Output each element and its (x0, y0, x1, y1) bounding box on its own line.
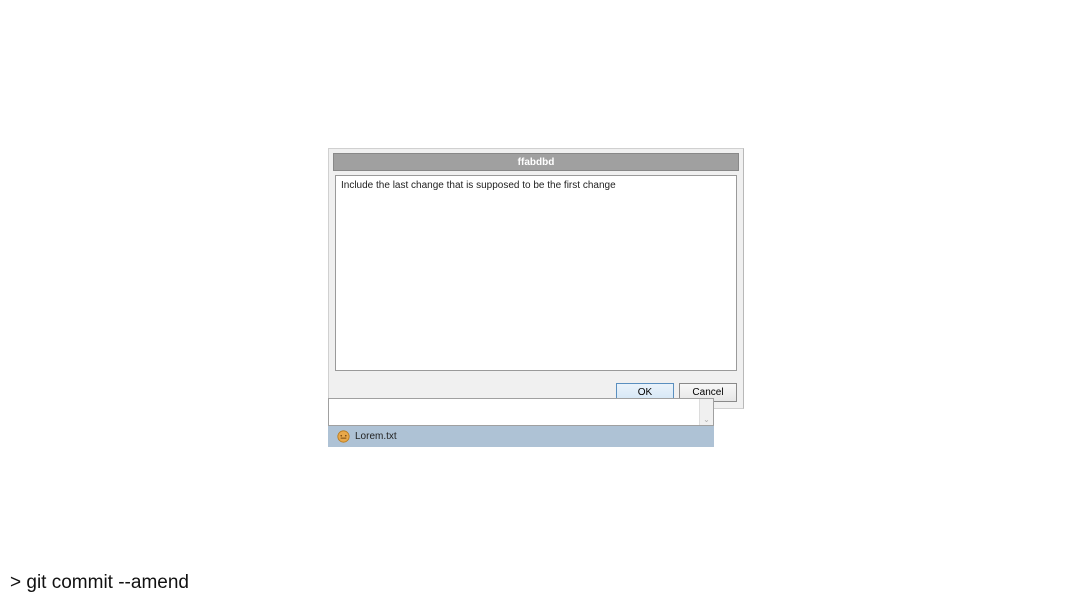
command-text: > git commit --amend (10, 572, 189, 593)
file-name-label: Lorem.txt (355, 431, 397, 442)
modified-file-icon (337, 430, 350, 443)
scrollbar-hint: ⌄ (699, 399, 713, 425)
dialog-title-bar: ffabdbd (333, 153, 739, 171)
file-panel: ⌄ Lorem.txt (328, 398, 714, 447)
file-row[interactable]: Lorem.txt (328, 426, 714, 447)
commit-message-input[interactable] (335, 175, 737, 371)
terminal-command: > git commit --amend (10, 572, 189, 594)
commit-hash: ffabdbd (518, 157, 555, 168)
commit-dialog: ffabdbd OK Cancel (328, 148, 744, 409)
filter-input[interactable]: ⌄ (328, 398, 714, 426)
